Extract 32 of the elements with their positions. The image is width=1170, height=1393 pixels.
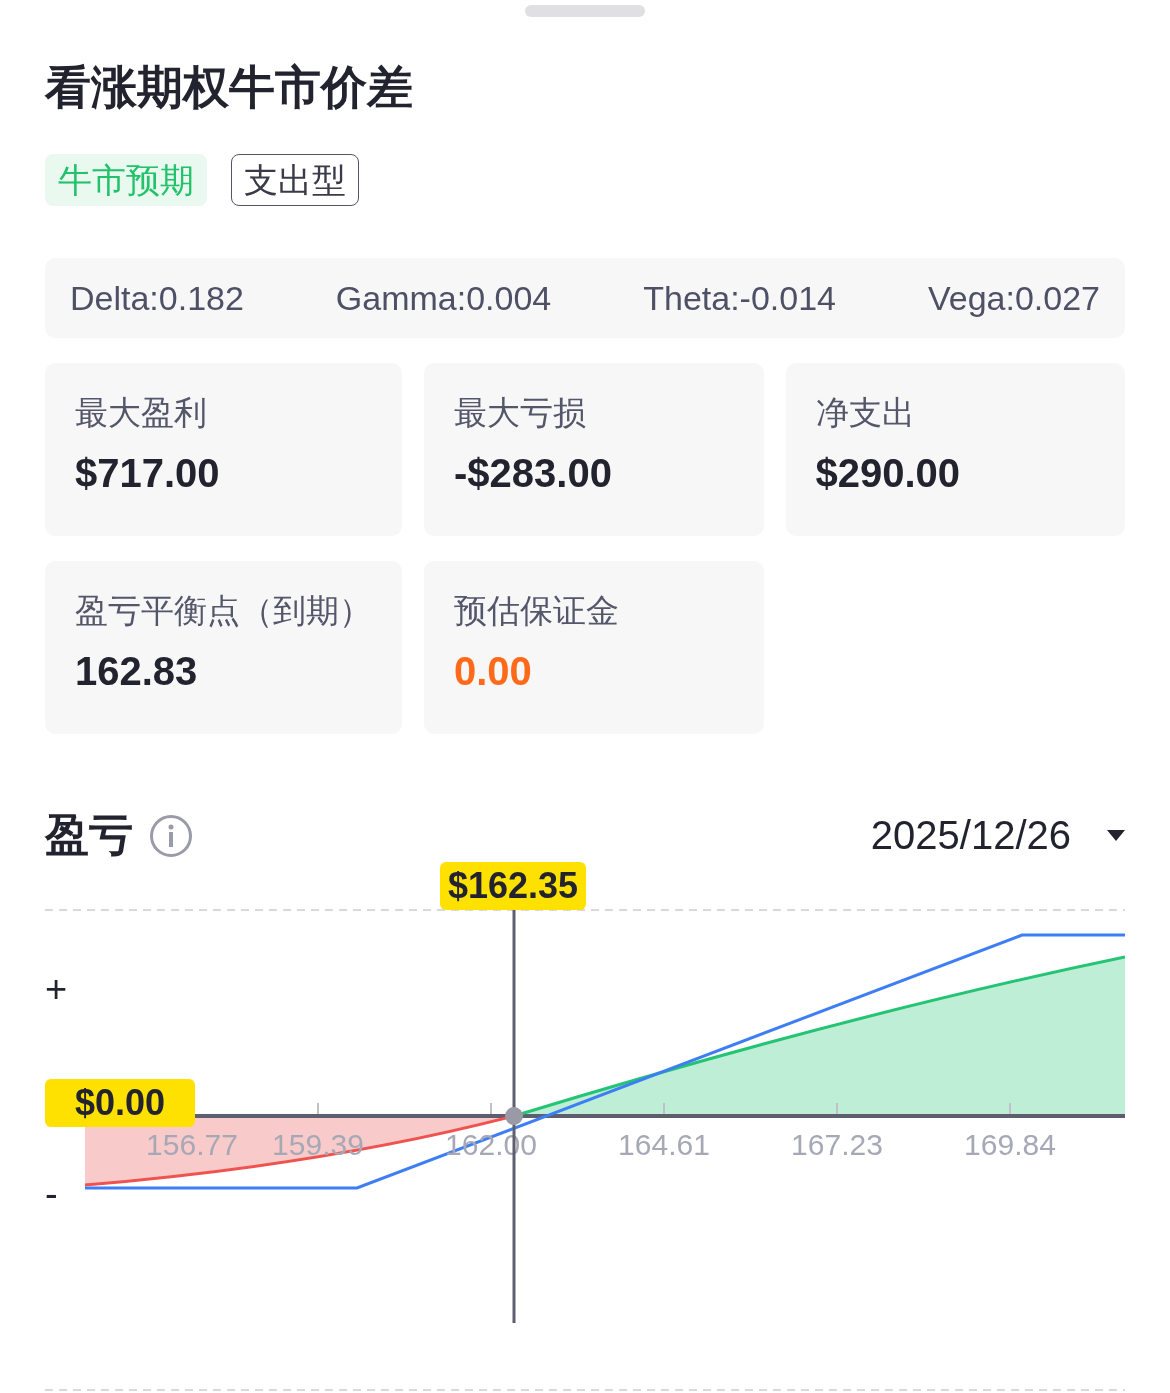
strategy-title: 看涨期权牛市价差 — [45, 60, 414, 115]
metric-value: -$283.00 — [454, 450, 613, 497]
metric-value: 162.83 — [75, 648, 199, 695]
metric-label: 净支出 — [815, 393, 916, 433]
pnl-marker: $0.00 — [45, 1079, 196, 1127]
metric-value: $290.00 — [815, 450, 962, 497]
pnl-title: 盈亏 — [45, 809, 133, 861]
metric-label: 盈亏平衡点（到期） — [75, 591, 372, 631]
greek-value: Theta:-0.014 — [643, 278, 836, 318]
date-dropdown[interactable]: 2025/12/26 — [870, 813, 1125, 858]
y-axis-label: + — [45, 968, 68, 1010]
x-axis-label: 164.61 — [618, 1128, 710, 1161]
strategy-tag: 支出型 — [231, 154, 359, 206]
metric-value: $717.00 — [75, 450, 221, 497]
x-axis-label: 169.84 — [964, 1128, 1056, 1161]
drag-handle[interactable] — [525, 5, 645, 17]
x-axis-label: 156.77 — [146, 1128, 238, 1161]
metric-label: 预估保证金 — [454, 591, 620, 631]
metric-label: 最大盈利 — [75, 393, 208, 433]
greek-value: Gamma:0.004 — [335, 278, 552, 318]
price-marker: $162.35 — [440, 862, 587, 910]
y-axis-label: - — [45, 1173, 58, 1215]
crosshair-dot — [505, 1107, 523, 1125]
x-axis-label: 167.23 — [791, 1128, 883, 1161]
strategy-tag: 牛市预期 — [45, 154, 207, 206]
greek-value: Vega:0.027 — [927, 278, 1100, 318]
metric-value: 0.00 — [454, 648, 533, 695]
x-axis-label: 159.39 — [272, 1128, 364, 1161]
metric-label: 最大亏损 — [454, 393, 587, 433]
caret-icon — [1107, 829, 1125, 842]
info-icon[interactable] — [149, 813, 193, 858]
greek-value: Delta:0.182 — [70, 278, 244, 318]
